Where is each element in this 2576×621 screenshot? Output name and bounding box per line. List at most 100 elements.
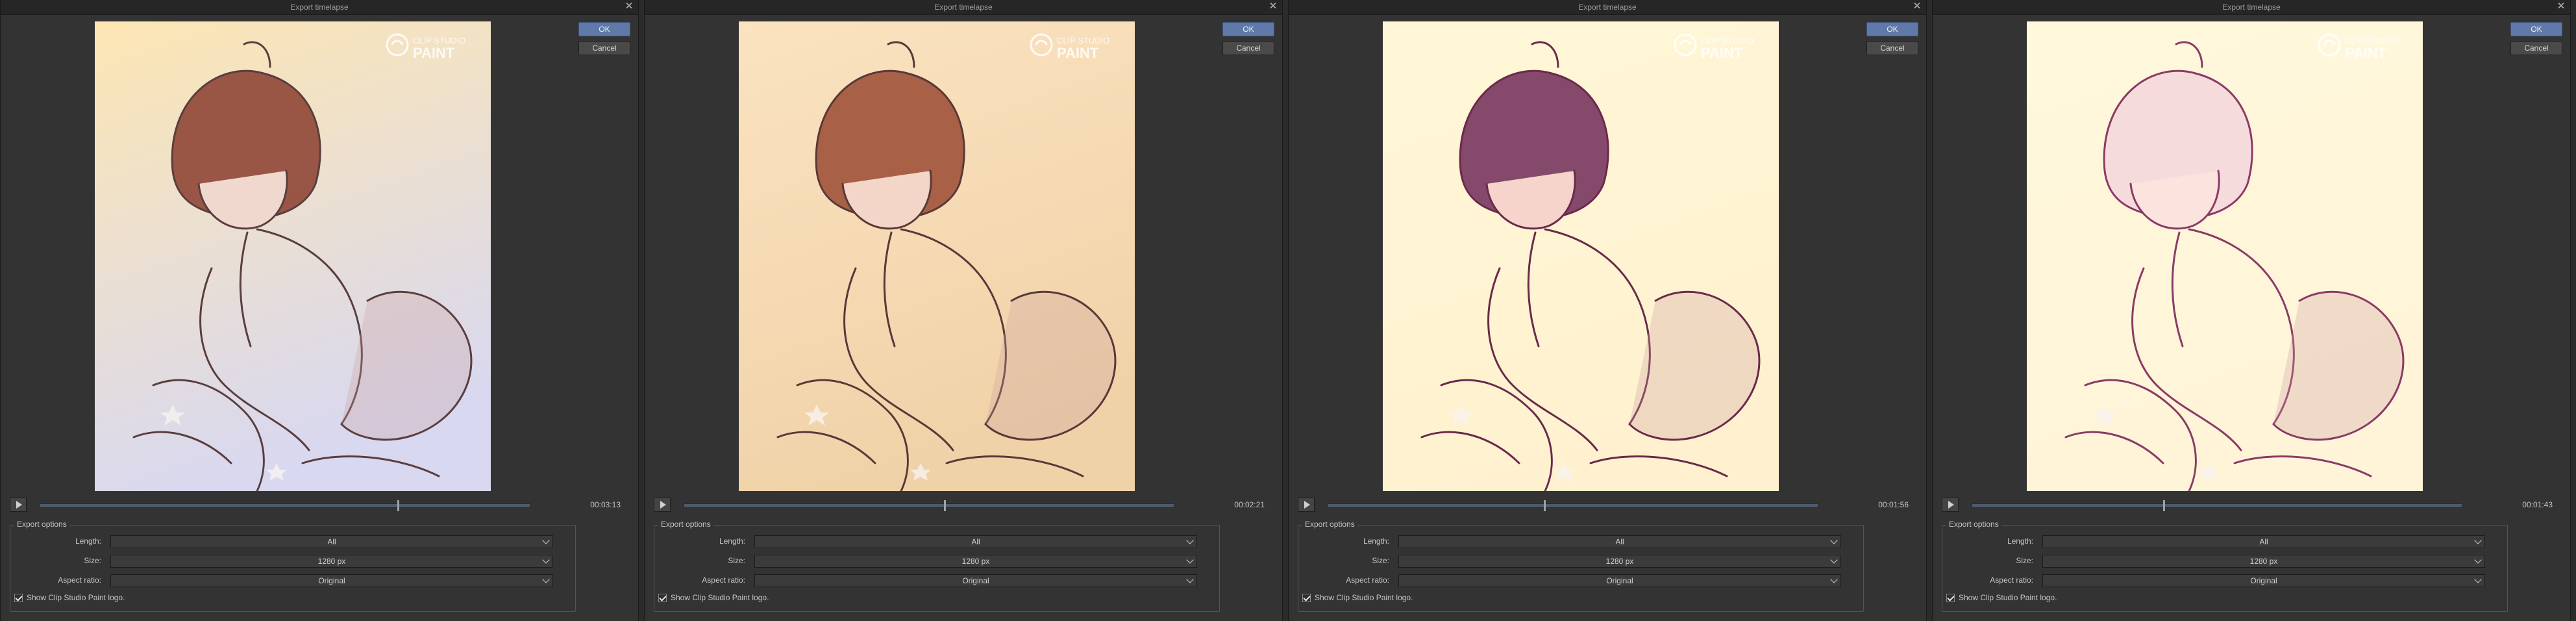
dialog-title: Export timelapse — [934, 3, 993, 12]
size-value: 1280 px — [2249, 557, 2278, 566]
close-icon[interactable]: ✕ — [624, 1, 634, 12]
length-select[interactable]: All — [754, 535, 1197, 548]
cancel-button[interactable]: Cancel — [1866, 41, 1918, 55]
aspect-ratio-select[interactable]: Original — [754, 574, 1197, 587]
size-value: 1280 px — [961, 557, 990, 566]
show-logo-checkbox[interactable] — [1302, 593, 1311, 602]
artwork-preview — [2027, 21, 2423, 491]
timelapse-timeline: 00:01:56 — [1298, 498, 1918, 513]
chevron-down-icon — [1830, 537, 1838, 544]
timelapse-preview: CLIP STUDIO PAINT — [1383, 21, 1779, 491]
clip-studio-logo: CLIP STUDIO PAINT — [2318, 33, 2397, 61]
seek-track[interactable] — [684, 500, 1174, 511]
show-logo-checkbox[interactable] — [14, 593, 23, 602]
length-label: Length: — [2007, 537, 2033, 546]
cancel-button[interactable]: Cancel — [578, 41, 630, 55]
chevron-down-icon — [1186, 537, 1194, 544]
close-icon[interactable]: ✕ — [1268, 1, 1278, 12]
aspect-ratio-value: Original — [318, 576, 345, 585]
export-options-title: Export options — [658, 520, 713, 529]
logo-text-bottom: PAINT — [1057, 45, 1099, 61]
ok-button[interactable]: OK — [578, 22, 630, 36]
play-button[interactable] — [1942, 498, 1959, 512]
seek-track[interactable] — [40, 500, 530, 511]
aspect-ratio-label: Aspect ratio: — [1990, 576, 2033, 585]
cancel-button[interactable]: Cancel — [1222, 41, 1274, 55]
chevron-down-icon — [1830, 576, 1838, 583]
play-button[interactable] — [654, 498, 671, 512]
export-timelapse-dialog: Export timelapse ✕ CLIP STUDIO PAINT OK … — [1932, 0, 2571, 621]
length-select[interactable]: All — [1398, 535, 1841, 548]
export-options-group: Export options Length: All Size: 1280 px… — [10, 520, 576, 612]
show-logo-option[interactable]: Show Clip Studio Paint logo. — [1302, 593, 1413, 602]
ok-button[interactable]: OK — [2510, 22, 2562, 36]
timelapse-preview: CLIP STUDIO PAINT — [739, 21, 1135, 491]
show-logo-label: Show Clip Studio Paint logo. — [1959, 593, 2057, 602]
seek-thumb[interactable] — [397, 500, 399, 511]
export-timelapse-dialog: Export timelapse ✕ CLIP STUDIO PAINT OK … — [644, 0, 1283, 621]
show-logo-option[interactable]: Show Clip Studio Paint logo. — [658, 593, 769, 602]
length-label: Length: — [75, 537, 101, 546]
length-label: Length: — [719, 537, 745, 546]
length-select[interactable]: All — [110, 535, 553, 548]
aspect-ratio-select[interactable]: Original — [2042, 574, 2485, 587]
seek-thumb[interactable] — [1544, 500, 1546, 511]
play-button[interactable] — [10, 498, 27, 512]
cancel-button[interactable]: Cancel — [2510, 41, 2562, 55]
close-icon[interactable]: ✕ — [1912, 1, 1922, 12]
size-select[interactable]: 1280 px — [2042, 555, 2485, 568]
time-readout: 00:02:21 — [1234, 500, 1265, 509]
logo-text-top: CLIP STUDIO — [1057, 36, 1109, 45]
length-value: All — [327, 537, 336, 546]
show-logo-option[interactable]: Show Clip Studio Paint logo. — [14, 593, 125, 602]
chevron-down-icon — [2474, 556, 2482, 564]
logo-text-top: CLIP STUDIO — [413, 36, 465, 45]
ok-button[interactable]: OK — [1222, 22, 1274, 36]
logo-text-bottom: PAINT — [1701, 45, 1743, 61]
show-logo-label: Show Clip Studio Paint logo. — [27, 593, 125, 602]
size-label: Size: — [728, 556, 745, 565]
clip-studio-logo: CLIP STUDIO PAINT — [386, 33, 465, 61]
close-icon[interactable]: ✕ — [2556, 1, 2566, 12]
seek-track[interactable] — [1328, 500, 1818, 511]
aspect-ratio-value: Original — [1606, 576, 1633, 585]
chevron-down-icon — [542, 556, 550, 564]
aspect-ratio-label: Aspect ratio: — [58, 576, 101, 585]
dialog-titlebar: Export timelapse ✕ — [1289, 0, 1926, 15]
time-readout: 00:01:56 — [1878, 500, 1909, 509]
aspect-ratio-select[interactable]: Original — [1398, 574, 1841, 587]
timelapse-timeline: 00:01:43 — [1942, 498, 2562, 513]
aspect-ratio-value: Original — [962, 576, 989, 585]
play-icon — [1948, 501, 1954, 509]
show-logo-checkbox[interactable] — [658, 593, 667, 602]
chevron-down-icon — [2474, 537, 2482, 544]
play-icon — [16, 501, 22, 509]
show-logo-option[interactable]: Show Clip Studio Paint logo. — [1946, 593, 2057, 602]
artwork-preview — [739, 21, 1135, 491]
seek-track[interactable] — [1972, 500, 2462, 511]
size-value: 1280 px — [1605, 557, 1634, 566]
size-label: Size: — [2016, 556, 2033, 565]
ok-button[interactable]: OK — [1866, 22, 1918, 36]
clip-studio-logo: CLIP STUDIO PAINT — [1674, 33, 1753, 61]
time-readout: 00:01:43 — [2522, 500, 2553, 509]
clip-studio-logo: CLIP STUDIO PAINT — [1030, 33, 1109, 61]
show-logo-checkbox[interactable] — [1946, 593, 1955, 602]
size-value: 1280 px — [317, 557, 346, 566]
aspect-ratio-select[interactable]: Original — [110, 574, 553, 587]
logo-text-bottom: PAINT — [2345, 45, 2387, 61]
export-timelapse-dialog: Export timelapse ✕ CLIP STUDIO PAINT OK … — [1288, 0, 1927, 621]
length-value: All — [971, 537, 980, 546]
size-select[interactable]: 1280 px — [754, 555, 1197, 568]
seek-thumb[interactable] — [944, 500, 946, 511]
dialog-titlebar: Export timelapse ✕ — [1933, 0, 2570, 15]
timelapse-timeline: 00:03:13 — [10, 498, 630, 513]
size-label: Size: — [84, 556, 101, 565]
timelapse-preview: CLIP STUDIO PAINT — [2027, 21, 2423, 491]
seek-thumb[interactable] — [2163, 500, 2165, 511]
size-select[interactable]: 1280 px — [110, 555, 553, 568]
play-button[interactable] — [1298, 498, 1315, 512]
size-select[interactable]: 1280 px — [1398, 555, 1841, 568]
dialog-titlebar: Export timelapse ✕ — [1, 0, 638, 15]
length-select[interactable]: All — [2042, 535, 2485, 548]
